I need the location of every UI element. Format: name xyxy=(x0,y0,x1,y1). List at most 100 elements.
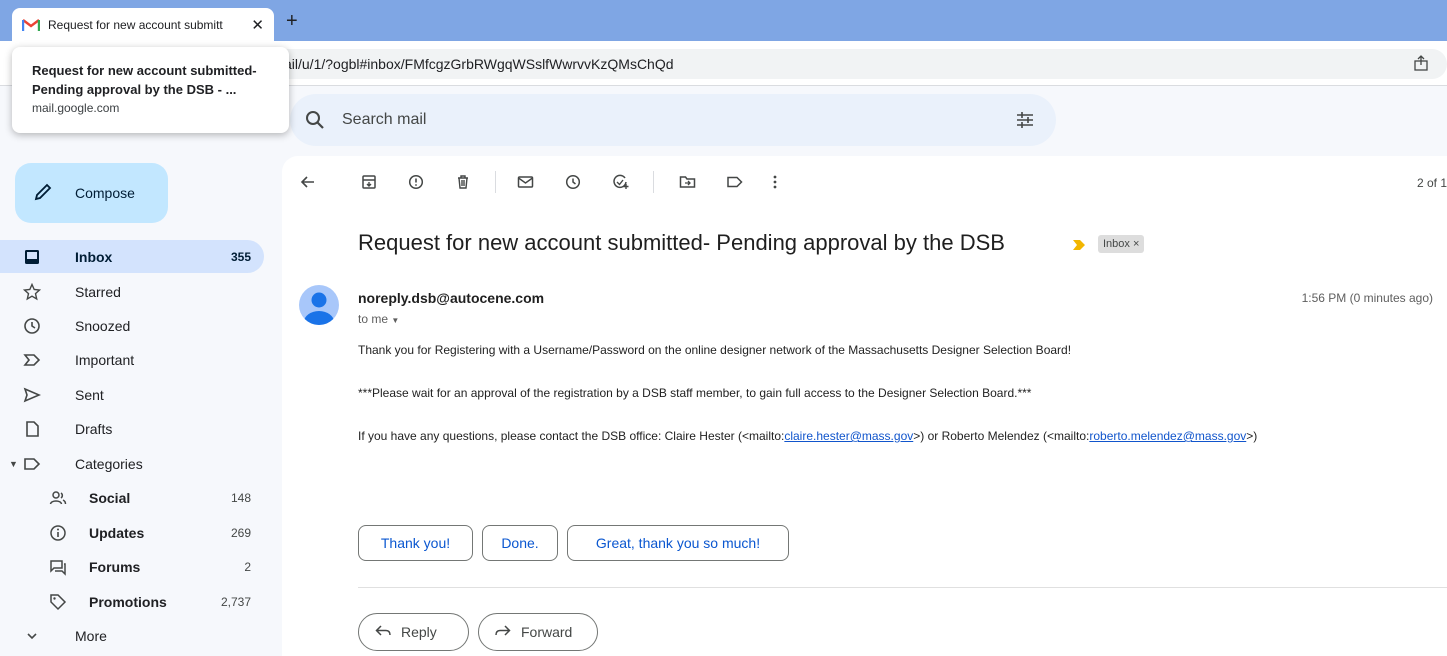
share-icon[interactable] xyxy=(1413,55,1429,76)
send-icon xyxy=(22,385,42,405)
sidebar-item-important[interactable]: Important xyxy=(0,343,264,376)
tag-icon xyxy=(48,592,68,612)
sidebar-item-count: 2 xyxy=(244,559,251,574)
people-icon xyxy=(48,488,68,508)
sender-avatar xyxy=(299,285,339,325)
delete-icon[interactable] xyxy=(453,172,473,192)
sidebar-item-label: Updates xyxy=(89,524,145,541)
email-subject: Request for new account submitted- Pendi… xyxy=(358,230,1005,255)
important-icon xyxy=(22,350,42,370)
sidebar-item-promotions[interactable]: Promotions 2,737 xyxy=(0,585,264,618)
email-timestamp: 1:56 PM (0 minutes ago) xyxy=(1301,291,1433,305)
forward-label: Forward xyxy=(521,624,573,640)
sidebar-item-updates[interactable]: Updates 269 xyxy=(0,516,264,549)
sidebar-item-count: 269 xyxy=(230,525,251,540)
sidebar-item-inbox[interactable]: Inbox 355 xyxy=(0,240,264,273)
body-text: If you have any questions, please contac… xyxy=(358,429,785,443)
tooltip-title: Request for new account submitted- Pendi… xyxy=(32,63,257,97)
reply-icon xyxy=(375,624,391,641)
sidebar-item-starred[interactable]: Starred xyxy=(0,275,264,308)
divider xyxy=(358,587,1447,588)
compose-button[interactable]: Compose xyxy=(15,163,168,223)
claire-email-link[interactable]: claire.hester@mass.gov xyxy=(784,429,913,443)
sidebar-item-label: Sent xyxy=(75,386,104,403)
recipient-label: to me xyxy=(358,312,389,326)
sidebar-item-label: Promotions xyxy=(89,593,167,610)
inbox-icon xyxy=(22,247,42,267)
sidebar-item-label: Forums xyxy=(89,558,141,575)
tab-hover-tooltip: Request for new account submitted- Pendi… xyxy=(12,47,289,133)
pencil-icon xyxy=(33,182,53,205)
smart-reply-button[interactable]: Great, thank you so much! xyxy=(567,525,789,561)
roberto-email-link[interactable]: roberto.melendez@mass.gov xyxy=(1089,429,1246,443)
email-body-line: Thank you for Registering with a Usernam… xyxy=(358,343,1072,357)
search-input[interactable]: Search mail xyxy=(342,111,426,129)
archive-icon[interactable] xyxy=(359,172,379,192)
reply-button[interactable]: Reply xyxy=(358,613,469,651)
add-task-icon[interactable] xyxy=(611,172,631,192)
tooltip-domain: mail.google.com xyxy=(32,101,120,115)
toolbar-divider xyxy=(653,171,654,193)
compose-label: Compose xyxy=(75,185,135,201)
mark-unread-icon[interactable] xyxy=(515,172,535,192)
back-arrow-icon[interactable] xyxy=(298,172,318,192)
label-icon xyxy=(22,454,42,474)
body-text: >) xyxy=(1246,429,1258,443)
star-icon xyxy=(22,282,42,302)
forward-button[interactable]: Forward xyxy=(478,613,598,651)
smart-reply-button[interactable]: Done. xyxy=(482,525,558,561)
more-vert-icon[interactable] xyxy=(765,172,785,192)
gmail-logo-icon xyxy=(21,18,41,32)
pagination-text: 2 of 1 xyxy=(1416,176,1447,190)
sidebar-item-social[interactable]: Social 148 xyxy=(0,481,264,514)
tab-title: Request for new account submitt xyxy=(48,17,223,32)
move-to-icon[interactable] xyxy=(677,172,697,192)
caret-down-icon[interactable]: ▼ xyxy=(391,316,399,325)
sidebar-item-more[interactable]: More xyxy=(0,619,264,652)
chevron-down-icon xyxy=(22,626,42,646)
important-marker-icon[interactable] xyxy=(1073,237,1085,255)
snooze-icon[interactable] xyxy=(563,172,583,192)
sidebar-item-count: 2,737 xyxy=(220,594,251,609)
draft-icon xyxy=(22,419,42,439)
sidebar-item-label: Social xyxy=(89,489,131,506)
info-icon xyxy=(48,523,68,543)
sidebar-item-label: Drafts xyxy=(75,420,113,437)
sidebar-item-sent[interactable]: Sent xyxy=(0,378,264,411)
email-body-line: If you have any questions, please contac… xyxy=(358,429,1257,443)
sidebar-item-label: Snoozed xyxy=(75,317,131,334)
search-bar[interactable]: Search mail xyxy=(290,94,1056,146)
clock-icon xyxy=(22,316,42,336)
browser-tab[interactable]: Request for new account submitt ✕ xyxy=(12,8,274,41)
reply-label: Reply xyxy=(401,624,437,640)
forum-icon xyxy=(48,557,68,577)
inbox-label-chip[interactable]: Inbox × xyxy=(1098,235,1145,253)
sidebar-item-label: Categories xyxy=(75,455,143,472)
recipient-details[interactable]: to me ▼ xyxy=(358,312,399,326)
label-as-icon[interactable] xyxy=(724,172,744,192)
sidebar-item-drafts[interactable]: Drafts xyxy=(0,412,264,445)
sender-email[interactable]: noreply.dsb@autocene.com xyxy=(358,290,544,306)
search-icon[interactable] xyxy=(304,109,326,136)
tab-close-icon[interactable]: ✕ xyxy=(251,16,264,34)
smart-reply-button[interactable]: Thank you! xyxy=(358,525,473,561)
search-options-icon[interactable] xyxy=(1014,109,1036,136)
sidebar-item-label: Inbox xyxy=(75,248,113,265)
body-text: >) or Roberto Melendez (<mailto: xyxy=(913,429,1090,443)
sidebar-item-count: 148 xyxy=(230,490,251,505)
sidebar-item-label: Starred xyxy=(75,283,121,300)
report-spam-icon[interactable] xyxy=(406,172,426,192)
toolbar-divider xyxy=(495,171,496,193)
sidebar-item-count: 355 xyxy=(230,249,251,264)
sidebar-item-label: More xyxy=(75,627,107,644)
sidebar-item-categories[interactable]: ▼ Categories xyxy=(0,447,264,480)
sidebar-item-label: Important xyxy=(75,351,135,368)
new-tab-button[interactable]: + xyxy=(286,10,298,33)
address-bar[interactable]: ail/u/1/?ogbl#inbox/FMfcgzGrbRWgqWSslfWw… xyxy=(270,49,1447,79)
sidebar-item-forums[interactable]: Forums 2 xyxy=(0,550,264,583)
email-body-line: ***Please wait for an approval of the re… xyxy=(358,386,1032,400)
caret-down-icon[interactable]: ▼ xyxy=(9,459,18,469)
forward-icon xyxy=(495,624,511,641)
sidebar-item-snoozed[interactable]: Snoozed xyxy=(0,309,264,342)
url-text: ail/u/1/?ogbl#inbox/FMfcgzGrbRWgqWSslfWw… xyxy=(284,56,674,72)
